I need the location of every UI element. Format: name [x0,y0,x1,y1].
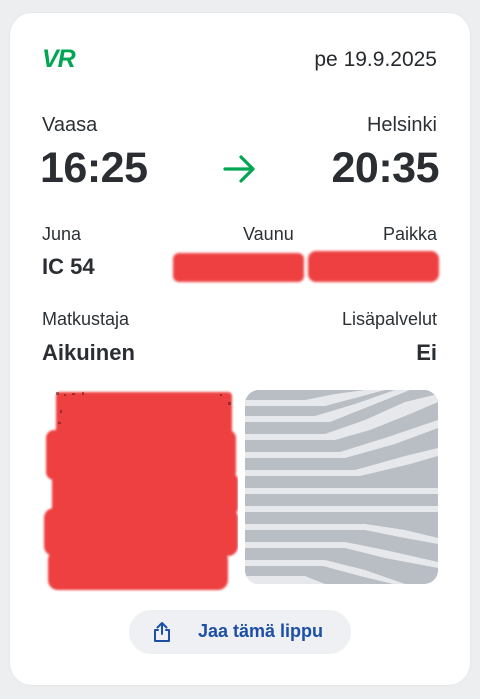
departure-time: 16:25 [40,144,148,192]
qr-code-redacted [44,392,238,590]
train-number: IC 54 [42,254,95,279]
departure-city: Vaasa [42,114,98,136]
share-icon [154,622,170,642]
extras-value: Ei [416,340,437,365]
arrow-right-icon [223,155,255,183]
travel-date: pe 19.9.2025 [314,48,437,71]
car-number-redacted [173,253,304,282]
ticket-card: VR pe 19.9.2025 Vaasa Helsinki 16:25 20:… [10,13,470,685]
arrival-time: 20:35 [331,144,440,192]
svg-text:VR: VR [42,46,76,70]
ticket-security-pattern [245,390,438,584]
extras-label: Lisäpalvelut [341,309,437,329]
train-label: Juna [42,224,82,244]
passenger-type: Aikuinen [42,340,135,365]
share-ticket-button[interactable]: Jaa tämä lippu [129,610,351,654]
share-ticket-label: Jaa tämä lippu [198,621,324,641]
vr-logo: VR [42,46,77,70]
arrival-city: Helsinki [366,114,437,136]
seat-number-redacted [308,251,439,282]
seat-label: Paikka [382,224,437,244]
passenger-label: Matkustaja [42,309,130,329]
car-label: Vaunu [243,224,294,244]
